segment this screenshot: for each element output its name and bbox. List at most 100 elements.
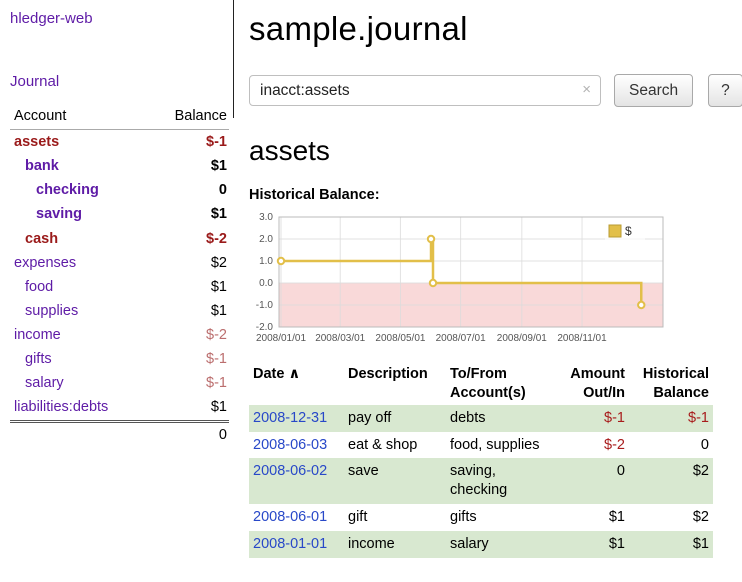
register-header-date[interactable]: Date ∧ bbox=[249, 363, 344, 405]
transaction-date-link[interactable]: 2008-01-01 bbox=[253, 536, 327, 552]
account-link-income[interactable]: income bbox=[14, 327, 61, 343]
account-balance: $1 bbox=[148, 202, 229, 226]
sidebar-nav: Journal bbox=[10, 73, 229, 90]
transaction-amount: $-2 bbox=[552, 432, 629, 459]
main-content: sample.journal × Search ? assets Histori… bbox=[233, 0, 742, 582]
transaction-row: 2008-06-01 giftgifts$1$2 bbox=[249, 504, 713, 531]
x-axis-tick-label: 2008/07/01 bbox=[436, 333, 486, 344]
transaction-date-link[interactable]: 2008-06-01 bbox=[253, 509, 327, 525]
account-link-liabilities-debts[interactable]: liabilities:debts bbox=[14, 399, 108, 415]
transaction-accounts: salary bbox=[446, 531, 552, 558]
date-header-label: Date bbox=[253, 366, 284, 382]
transaction-balance: $1 bbox=[629, 531, 713, 558]
account-link-assets[interactable]: assets bbox=[14, 134, 59, 150]
data-point bbox=[430, 280, 436, 286]
search-button[interactable]: Search bbox=[614, 74, 693, 107]
accounts-table: Account Balance assets$-1bank$1checking0… bbox=[10, 106, 229, 447]
accounts-header-balance: Balance bbox=[148, 106, 229, 130]
accounts-header-account: Account bbox=[10, 106, 148, 130]
sidebar: hledger-web Journal Account Balance asse… bbox=[0, 0, 233, 582]
register-header-accounts: To/From Account(s) bbox=[446, 363, 552, 405]
transaction-row: 2008-12-31pay offdebts$-1$-1 bbox=[249, 405, 713, 432]
transaction-date-link[interactable]: 2008-12-31 bbox=[253, 410, 327, 426]
account-row: gifts$-1 bbox=[10, 347, 229, 371]
account-row: food $1 bbox=[10, 275, 229, 299]
account-row: saving $1 bbox=[10, 202, 229, 226]
transaction-amount: $1 bbox=[552, 531, 629, 558]
account-balance: $-1 bbox=[148, 371, 229, 395]
transaction-accounts: food, supplies bbox=[446, 432, 552, 459]
transaction-balance: $2 bbox=[629, 504, 713, 531]
account-row: expenses$2 bbox=[10, 251, 229, 275]
legend-swatch bbox=[609, 225, 621, 237]
journal-link[interactable]: Journal bbox=[10, 73, 59, 90]
transaction-balance: 0 bbox=[629, 432, 713, 459]
transaction-row: 2008-06-03 eat & shopfood, supplies$-20 bbox=[249, 432, 713, 459]
transaction-balance: $-1 bbox=[629, 405, 713, 432]
x-axis-tick-label: 2008/05/01 bbox=[375, 333, 425, 344]
account-row: checking0 bbox=[10, 178, 229, 202]
transaction-description: gift bbox=[344, 504, 446, 531]
transaction-date-link[interactable]: 2008-06-03 bbox=[253, 437, 327, 453]
help-button[interactable]: ? bbox=[708, 74, 742, 107]
account-link-expenses[interactable]: expenses bbox=[14, 255, 76, 271]
transaction-date-cell: 2008-06-01 bbox=[249, 504, 344, 531]
transaction-balance: $2 bbox=[629, 458, 713, 504]
app-root: hledger-web Journal Account Balance asse… bbox=[0, 0, 742, 582]
account-balance: $1 bbox=[148, 275, 229, 299]
account-link-bank[interactable]: bank bbox=[25, 158, 59, 174]
account-row: cash $-2 bbox=[10, 227, 229, 251]
account-link-salary[interactable]: salary bbox=[25, 375, 64, 391]
transaction-date-cell: 2008-12-31 bbox=[249, 405, 344, 432]
search-input[interactable] bbox=[249, 75, 601, 106]
transaction-date-link[interactable]: 2008-06-02 bbox=[253, 463, 327, 479]
account-balance: $-2 bbox=[148, 227, 229, 251]
brand-link[interactable]: hledger-web bbox=[10, 10, 93, 27]
register-table: Date ∧ Description To/From Account(s) Am… bbox=[249, 363, 713, 558]
y-axis-tick-label: 2.0 bbox=[259, 234, 273, 245]
account-link-food[interactable]: food bbox=[25, 279, 53, 295]
transaction-row: 2008-06-02savesaving, checking0$2 bbox=[249, 458, 713, 504]
transaction-amount: $-1 bbox=[552, 405, 629, 432]
sort-asc-icon: ∧ bbox=[288, 366, 300, 382]
y-axis-tick-label: 3.0 bbox=[259, 212, 273, 223]
transaction-description: eat & shop bbox=[344, 432, 446, 459]
account-link-supplies[interactable]: supplies bbox=[25, 303, 78, 319]
account-row: supplies $1 bbox=[10, 299, 229, 323]
account-row: liabilities:debts$1 bbox=[10, 395, 229, 421]
transaction-date-cell: 2008-06-03 bbox=[249, 432, 344, 459]
account-row: income $-2 bbox=[10, 323, 229, 347]
account-balance: $-1 bbox=[148, 130, 229, 155]
historical-balance-chart: 3.02.01.00.0-1.0-2.02008/01/012008/03/01… bbox=[249, 209, 699, 349]
register-header-amount: Amount Out/In bbox=[552, 363, 629, 405]
transaction-date-cell: 2008-01-01 bbox=[249, 531, 344, 558]
transaction-description: pay off bbox=[344, 405, 446, 432]
x-axis-tick-label: 2008/01/01 bbox=[256, 333, 306, 344]
sidebar-divider bbox=[233, 0, 234, 118]
transaction-description: save bbox=[344, 458, 446, 504]
data-point bbox=[428, 236, 434, 242]
transaction-accounts: debts bbox=[446, 405, 552, 432]
account-balance: $-2 bbox=[148, 323, 229, 347]
chart-title: Historical Balance: bbox=[249, 187, 742, 203]
account-link-cash[interactable]: cash bbox=[25, 231, 58, 247]
account-link-checking[interactable]: checking bbox=[36, 182, 99, 198]
account-row: bank$1 bbox=[10, 154, 229, 178]
accounts-total-balance: 0 bbox=[10, 421, 229, 447]
account-row: assets $-1 bbox=[10, 130, 229, 155]
account-link-gifts[interactable]: gifts bbox=[25, 351, 52, 367]
x-axis-tick-label: 2008/03/01 bbox=[315, 333, 365, 344]
clear-search-icon[interactable]: × bbox=[582, 80, 591, 100]
account-heading: assets bbox=[249, 135, 742, 167]
transaction-amount: $1 bbox=[552, 504, 629, 531]
x-axis-tick-label: 2008/11/01 bbox=[557, 333, 607, 344]
page-title: sample.journal bbox=[249, 10, 742, 48]
y-axis-tick-label: -2.0 bbox=[256, 322, 274, 333]
transaction-row: 2008-01-01incomesalary$1$1 bbox=[249, 531, 713, 558]
account-link-saving[interactable]: saving bbox=[36, 206, 82, 222]
y-axis-tick-label: -1.0 bbox=[256, 300, 274, 311]
transaction-date-cell: 2008-06-02 bbox=[249, 458, 344, 504]
transaction-accounts: gifts bbox=[446, 504, 552, 531]
x-axis-tick-label: 2008/09/01 bbox=[497, 333, 547, 344]
account-balance: $1 bbox=[148, 299, 229, 323]
